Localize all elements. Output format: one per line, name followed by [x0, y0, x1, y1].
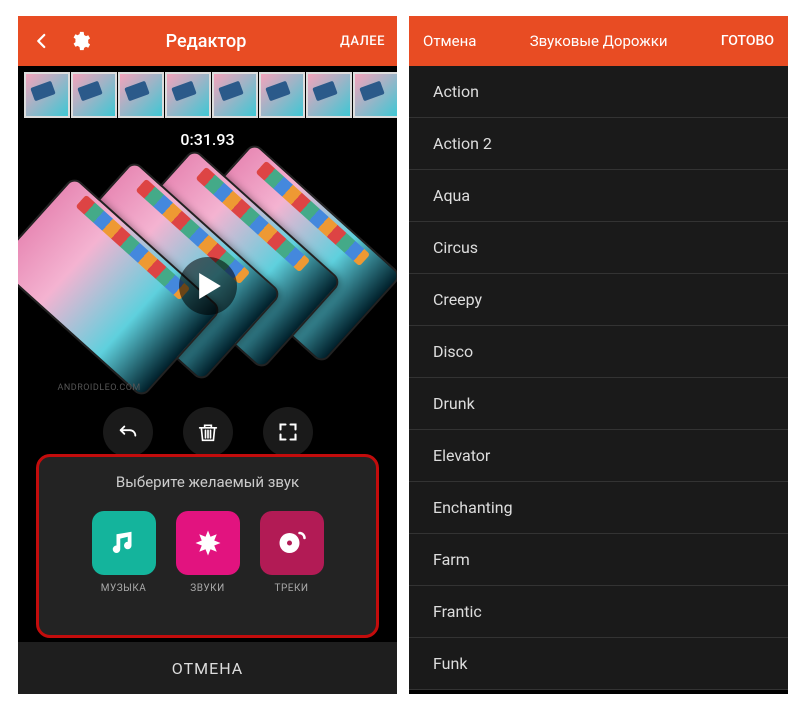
next-button[interactable]: ДАЛЕЕ	[340, 34, 385, 49]
timeline-thumb[interactable]	[353, 72, 397, 118]
tracks-screen: Отмена Звуковые Дорожки ГОТОВО Action Ac…	[409, 16, 788, 694]
timeline-thumb[interactable]	[306, 72, 352, 118]
tracks-icon	[260, 511, 324, 575]
track-list[interactable]: Action Action 2 Aqua Circus Creepy Disco…	[409, 66, 788, 690]
done-button[interactable]: ГОТОВО	[721, 33, 774, 49]
editor-header: Редактор ДАЛЕЕ	[18, 16, 397, 66]
action-row	[18, 407, 397, 457]
sound-panel-heading: Выберите желаемый звук	[39, 473, 376, 491]
track-item[interactable]: Action	[409, 66, 788, 118]
editor-screen: Редактор ДАЛЕЕ 0:31.93 ANDROIDLE	[18, 16, 397, 694]
timecode: 0:31.93	[18, 130, 397, 149]
track-item[interactable]: Aqua	[409, 170, 788, 222]
cancel-button[interactable]: ОТМЕНА	[18, 642, 397, 694]
tracks-header: Отмена Звуковые Дорожки ГОТОВО	[409, 16, 788, 66]
tracks-option[interactable]: ТРЕКИ	[260, 511, 324, 594]
track-item[interactable]: Action 2	[409, 118, 788, 170]
timeline-thumb[interactable]	[118, 72, 164, 118]
track-item[interactable]: Creepy	[409, 274, 788, 326]
track-item[interactable]: Circus	[409, 222, 788, 274]
delete-button[interactable]	[183, 407, 233, 457]
tracks-label: ТРЕКИ	[260, 583, 324, 594]
timeline-thumb[interactable]	[212, 72, 258, 118]
sound-selection-panel: Выберите желаемый звук МУЗЫКА ЗВУКИ	[36, 454, 379, 638]
track-item[interactable]: Disco	[409, 326, 788, 378]
track-item[interactable]: Elevator	[409, 430, 788, 482]
sounds-option[interactable]: ЗВУКИ	[176, 511, 240, 594]
timeline-thumb[interactable]	[71, 72, 117, 118]
timeline[interactable]	[18, 66, 397, 120]
watermark: ANDROIDLEO.COM	[58, 383, 141, 393]
video-preview[interactable]: ANDROIDLEO.COM	[48, 177, 368, 395]
undo-button[interactable]	[103, 407, 153, 457]
timeline-thumb[interactable]	[165, 72, 211, 118]
back-icon[interactable]	[30, 32, 54, 50]
sounds-label: ЗВУКИ	[176, 583, 240, 594]
timeline-thumb[interactable]	[24, 72, 70, 118]
music-icon	[92, 511, 156, 575]
timeline-thumb[interactable]	[259, 72, 305, 118]
fullscreen-button[interactable]	[263, 407, 313, 457]
track-item[interactable]: Farm	[409, 534, 788, 586]
play-icon[interactable]	[179, 257, 237, 315]
sounds-icon	[176, 511, 240, 575]
track-item[interactable]: Enchanting	[409, 482, 788, 534]
tracks-title: Звуковые Дорожки	[530, 32, 668, 50]
music-label: МУЗЫКА	[92, 583, 156, 594]
music-option[interactable]: МУЗЫКА	[92, 511, 156, 594]
track-item[interactable]: Funk	[409, 638, 788, 690]
track-item[interactable]: Drunk	[409, 378, 788, 430]
editor-title: Редактор	[72, 31, 340, 52]
cancel-button[interactable]: Отмена	[423, 32, 476, 50]
track-item[interactable]: Frantic	[409, 586, 788, 638]
